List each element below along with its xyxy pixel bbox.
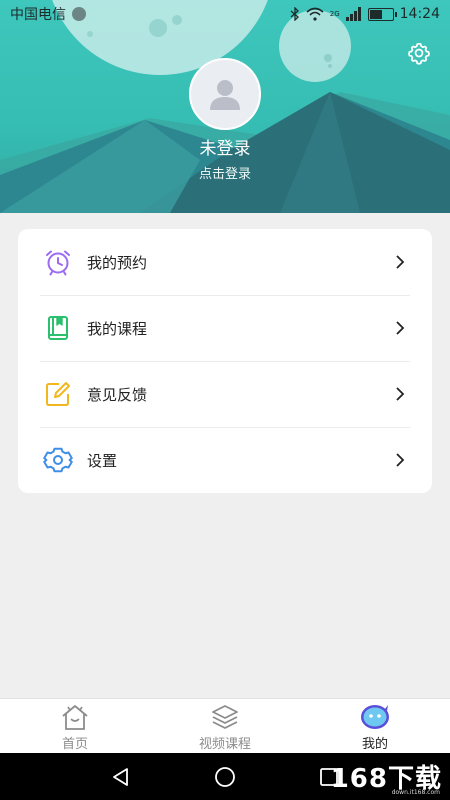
tab-mine[interactable]: 我的 [300,699,450,753]
menu-label: 设置 [87,451,118,470]
chevron-right-icon [396,255,405,269]
book-icon [43,313,73,343]
watermark-url: down.it168.com [391,789,440,796]
edit-icon [43,379,73,409]
tab-label: 首页 [61,737,88,752]
network-type: 2G [329,10,340,18]
carrier-name: 中国电信 [10,7,66,23]
chevron-right-icon [396,387,405,401]
login-status: 未登录 [199,139,251,159]
user-icon [210,80,240,110]
tab-label: 视频课程 [198,737,251,752]
wifi-icon [306,7,324,21]
menu-item-my-courses[interactable]: 我的课程 [18,295,432,361]
tab-video-courses[interactable]: 视频课程 [150,699,300,753]
avatar[interactable] [189,58,261,130]
signal-icon [345,7,361,21]
home-circle-icon[interactable] [213,765,237,789]
tab-home[interactable]: 首页 [0,699,150,753]
battery-icon [367,7,397,21]
login-link[interactable]: 点击登录 [0,163,450,182]
chevron-right-icon [396,321,405,335]
notification-dot-icon [72,7,86,21]
gear-icon [43,445,73,475]
bottom-nav: 首页 视频课程 我的 [0,698,450,753]
profile-header: 未登录 点击登录 [0,0,450,213]
tab-label: 我的 [361,737,388,752]
chevron-right-icon [396,453,405,467]
bluetooth-icon [290,7,299,21]
alarm-clock-icon [43,247,73,277]
back-triangle-icon[interactable] [109,765,133,789]
home-icon [62,705,88,730]
menu-item-feedback[interactable]: 意见反馈 [18,361,432,427]
chat-bubble-face-icon [361,705,389,729]
status-bar: 中国电信 2G 14:24 [0,0,450,28]
clock: 14:24 [399,6,440,22]
layers-icon [212,705,238,729]
menu-item-appointments[interactable]: 我的预约 [18,229,432,295]
watermark-logo: 168下载 down.it168.com [331,758,442,796]
menu-item-settings[interactable]: 设置 [18,427,432,493]
header-settings-gear-icon[interactable] [406,40,432,66]
menu-label: 我的预约 [87,253,148,272]
menu-label: 我的课程 [87,319,148,338]
menu-card: 我的预约 我的课程 意见反馈 设置 [18,229,432,493]
menu-label: 意见反馈 [87,385,148,404]
